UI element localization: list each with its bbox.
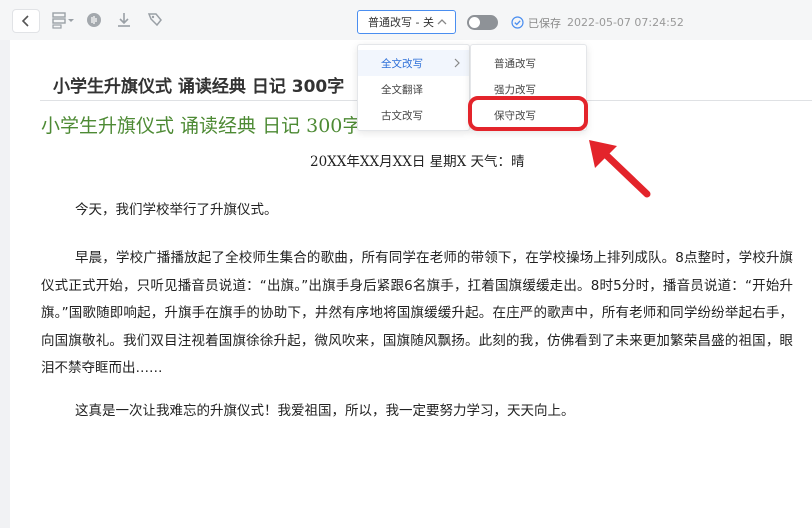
save-timestamp: 2022-05-07 07:24:52: [567, 16, 684, 29]
rewrite-mode-select[interactable]: 普通改写 - 关: [357, 10, 456, 34]
chevron-up-icon: [437, 15, 447, 29]
audio-button[interactable]: [86, 11, 102, 29]
annotation-highlight-box: [468, 96, 588, 131]
download-button[interactable]: [116, 11, 132, 29]
paragraph-2[interactable]: 早晨，学校广播播放起了全校师生集合的歌曲，所有同学在老师的带领下，在学校操场上排…: [41, 245, 793, 383]
paragraph-3[interactable]: 这真是一次让我难忘的升旗仪式！我爱祖国，所以，我一定要努力学习，天天向上。: [41, 398, 793, 426]
date-line[interactable]: 20XX年XX月XX日 星期X 天气：晴: [310, 150, 525, 170]
menu-item-label: 普通改写: [494, 57, 536, 70]
download-icon: [116, 11, 132, 29]
toggle-knob: [469, 17, 480, 28]
menu-item-full-translate[interactable]: 全文翻译: [358, 76, 469, 102]
menu-item-full-rewrite[interactable]: 全文改写: [358, 50, 469, 76]
rewrite-type-menu: 全文改写 全文翻译 古文改写: [357, 44, 470, 131]
document-heading[interactable]: 小学生升旗仪式 诵读经典 日记 300字: [41, 111, 361, 138]
paragraph-1[interactable]: 今天，我们学校举行了升旗仪式。: [41, 197, 793, 225]
format-brush-button[interactable]: [146, 11, 164, 29]
menu-item-normal-rewrite[interactable]: 普通改写: [471, 50, 586, 76]
layout-icon: [52, 11, 76, 29]
layout-menu-button[interactable]: [52, 11, 76, 29]
brush-icon: [146, 11, 164, 29]
chevron-left-icon: [21, 14, 31, 28]
toolbar: 普通改写 - 关 已保存 2022-05-07 07:24:52: [0, 0, 812, 40]
save-status: 已保存 2022-05-07 07:24:52: [511, 15, 684, 30]
document-title[interactable]: 小学生升旗仪式 诵读经典 日记 300字: [53, 72, 344, 97]
rewrite-mode-label: 普通改写 - 关: [368, 16, 434, 29]
menu-item-label: 全文改写: [381, 57, 423, 70]
annotation-arrow-icon: [583, 136, 655, 202]
menu-item-classical-rewrite[interactable]: 古文改写: [358, 102, 469, 128]
check-circle-icon: [511, 16, 524, 29]
save-status-text: 已保存: [528, 16, 561, 30]
audio-icon: [86, 12, 102, 28]
menu-item-label: 全文翻译: [381, 83, 423, 96]
menu-item-label: 古文改写: [381, 109, 423, 122]
menu-item-label: 强力改写: [494, 83, 536, 96]
rewrite-toggle[interactable]: [467, 15, 498, 30]
chevron-right-icon: [453, 57, 461, 69]
back-button[interactable]: [12, 9, 40, 33]
